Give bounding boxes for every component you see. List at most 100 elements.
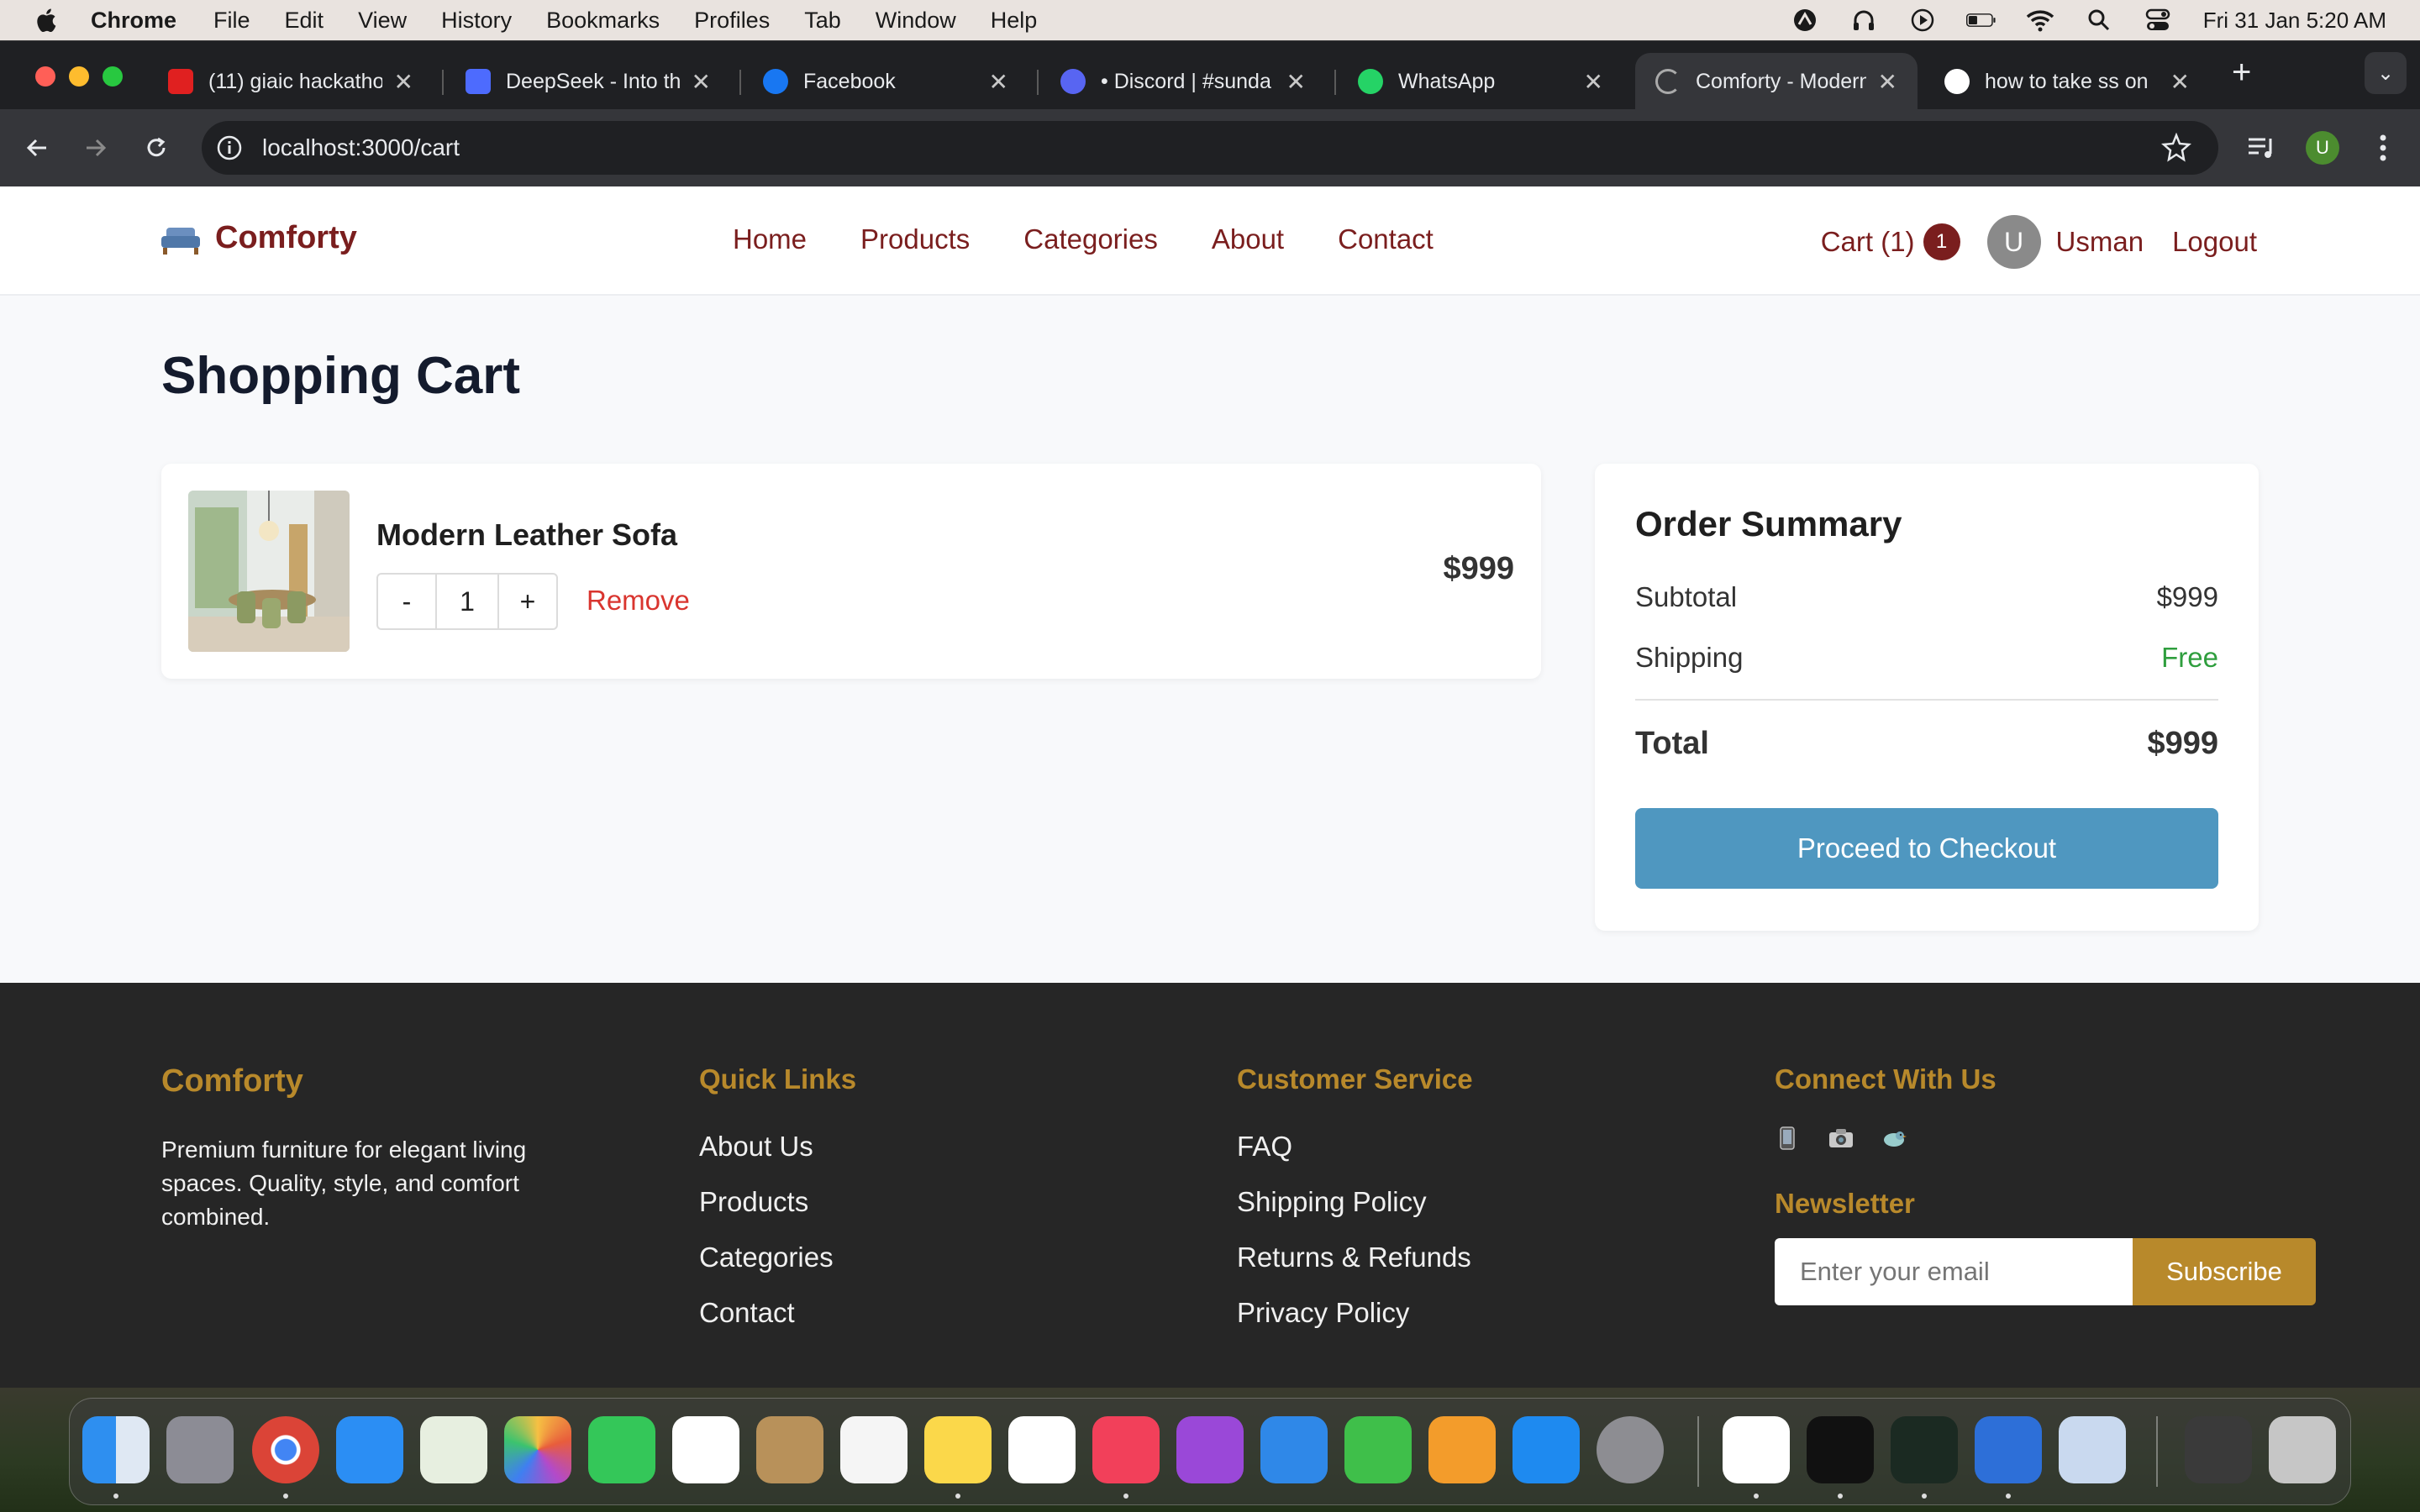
close-tab-icon[interactable]: ✕ <box>2170 68 2190 96</box>
back-arrow-icon[interactable] <box>18 129 55 166</box>
newsletter-email-input[interactable] <box>1775 1238 2133 1305</box>
address-bar[interactable]: localhost:3000/cart <box>202 121 2218 175</box>
maximize-window-button[interactable] <box>103 66 123 87</box>
product-image[interactable] <box>188 491 350 652</box>
close-tab-icon[interactable]: ✕ <box>1584 68 1603 96</box>
increase-quantity-button[interactable]: + <box>499 575 556 628</box>
contacts-icon[interactable] <box>756 1416 823 1483</box>
keynote-icon[interactable] <box>1260 1416 1328 1483</box>
nav-link-categories[interactable]: Categories <box>1023 223 1158 255</box>
bird-icon[interactable] <box>1882 1126 1907 1151</box>
logout-link[interactable]: Logout <box>2172 226 2257 258</box>
menu-tab[interactable]: Tab <box>804 8 841 34</box>
cart-link[interactable]: Cart (1) <box>1821 226 1915 258</box>
control-center-icon[interactable] <box>2143 8 2173 33</box>
browser-tab[interactable]: DeepSeek - Into the ✕ <box>445 53 731 110</box>
footer-link-returns-refunds[interactable]: Returns & Refunds <box>1237 1242 1473 1273</box>
reload-icon[interactable] <box>138 129 175 166</box>
browser-tab[interactable]: • Discord | #sunda ✕ <box>1040 53 1326 110</box>
launchpad-icon[interactable] <box>166 1416 234 1483</box>
camera-icon[interactable] <box>1828 1126 1854 1151</box>
chrome-icon[interactable] <box>252 1416 319 1483</box>
downloads-folder-icon[interactable] <box>2185 1416 2252 1483</box>
bookmark-star-icon[interactable] <box>2161 133 2191 163</box>
finder-icon[interactable] <box>82 1416 150 1483</box>
user-avatar[interactable]: U <box>1986 215 2041 269</box>
menu-file[interactable]: File <box>213 8 250 34</box>
close-tab-icon[interactable]: ✕ <box>1878 68 1897 96</box>
more-menu-icon[interactable] <box>2366 131 2400 165</box>
browser-tab[interactable]: Facebook ✕ <box>743 53 1028 110</box>
menu-view[interactable]: View <box>358 8 407 34</box>
footer-link-faq[interactable]: FAQ <box>1237 1131 1473 1163</box>
menu-history[interactable]: History <box>441 8 512 34</box>
close-window-button[interactable] <box>35 66 55 87</box>
numbers-icon[interactable] <box>1344 1416 1412 1483</box>
site-logo[interactable]: Comforty <box>160 220 357 256</box>
headphones-icon[interactable] <box>1849 8 1879 33</box>
phone-icon[interactable] <box>1775 1126 1800 1151</box>
proceed-to-checkout-button[interactable]: Proceed to Checkout <box>1635 808 2218 889</box>
pages-icon[interactable] <box>1428 1416 1496 1483</box>
new-tab-button[interactable]: + <box>2232 55 2251 89</box>
system-settings-icon[interactable] <box>1597 1416 1664 1483</box>
preview-icon[interactable] <box>2059 1416 2126 1483</box>
trash-icon[interactable] <box>2269 1416 2336 1483</box>
search-icon[interactable] <box>2084 8 2114 33</box>
close-tab-icon[interactable]: ✕ <box>394 68 413 96</box>
maps-icon[interactable] <box>420 1416 487 1483</box>
music-icon[interactable] <box>1092 1416 1160 1483</box>
notes-icon[interactable] <box>924 1416 992 1483</box>
footer-link-about-us[interactable]: About Us <box>699 1131 856 1163</box>
minimize-window-button[interactable] <box>69 66 89 87</box>
subscribe-button[interactable]: Subscribe <box>2133 1238 2316 1305</box>
tab-search-button[interactable]: ⌄ <box>2365 52 2407 94</box>
browser-tab[interactable]: WhatsApp ✕ <box>1338 53 1623 110</box>
battery-icon[interactable] <box>1965 8 1996 33</box>
footer-link-shipping-policy[interactable]: Shipping Policy <box>1237 1186 1473 1218</box>
browser-tab[interactable]: how to take ss on ✕ <box>1924 53 2210 110</box>
nav-link-home[interactable]: Home <box>733 223 807 255</box>
facetime-icon[interactable] <box>588 1416 655 1483</box>
footer-link-privacy-policy[interactable]: Privacy Policy <box>1237 1297 1473 1329</box>
vpn-icon[interactable] <box>1790 8 1820 33</box>
wifi-icon[interactable] <box>2025 8 2055 33</box>
nav-link-about[interactable]: About <box>1212 223 1284 255</box>
vscode-icon[interactable] <box>1723 1416 1790 1483</box>
calendar-icon[interactable] <box>672 1416 739 1483</box>
menu-bookmarks[interactable]: Bookmarks <box>546 8 660 34</box>
site-info-icon[interactable] <box>215 134 244 162</box>
podcasts-icon[interactable] <box>1176 1416 1244 1483</box>
footer-link-categories[interactable]: Categories <box>699 1242 856 1273</box>
quantity-value[interactable]: 1 <box>435 575 499 628</box>
freeform-icon[interactable] <box>1008 1416 1076 1483</box>
menu-window[interactable]: Window <box>876 8 956 34</box>
app-store-icon[interactable] <box>1512 1416 1580 1483</box>
nav-link-contact[interactable]: Contact <box>1338 223 1434 255</box>
apple-icon[interactable] <box>34 7 57 34</box>
remove-item-button[interactable]: Remove <box>587 585 690 617</box>
browser-tab-active[interactable]: Comforty - Modern ✕ <box>1635 53 1918 110</box>
menu-profiles[interactable]: Profiles <box>694 8 770 34</box>
menu-app-name[interactable]: Chrome <box>91 8 176 34</box>
xcode-icon[interactable] <box>1975 1416 2042 1483</box>
footer-link-contact[interactable]: Contact <box>699 1297 856 1329</box>
menu-help[interactable]: Help <box>991 8 1038 34</box>
photos-icon[interactable] <box>504 1416 571 1483</box>
product-name[interactable]: Modern Leather Sofa <box>376 517 677 553</box>
footer-link-products[interactable]: Products <box>699 1186 856 1218</box>
cube-app-icon[interactable] <box>1807 1416 1874 1483</box>
media-controls-icon[interactable] <box>2245 131 2279 165</box>
play-icon[interactable] <box>1907 8 1938 33</box>
close-tab-icon[interactable]: ✕ <box>1286 68 1306 96</box>
decrease-quantity-button[interactable]: - <box>378 575 435 628</box>
forward-arrow-icon[interactable] <box>77 129 114 166</box>
url-text[interactable]: localhost:3000/cart <box>262 134 460 161</box>
app-icon[interactable] <box>1891 1416 1958 1483</box>
reminders-icon[interactable] <box>840 1416 908 1483</box>
close-tab-icon[interactable]: ✕ <box>989 68 1008 96</box>
user-name[interactable]: Usman <box>2056 226 2144 258</box>
menu-clock[interactable]: Fri 31 Jan 5:20 AM <box>2203 8 2386 34</box>
close-tab-icon[interactable]: ✕ <box>692 68 711 96</box>
profile-avatar[interactable]: U <box>2306 131 2339 165</box>
